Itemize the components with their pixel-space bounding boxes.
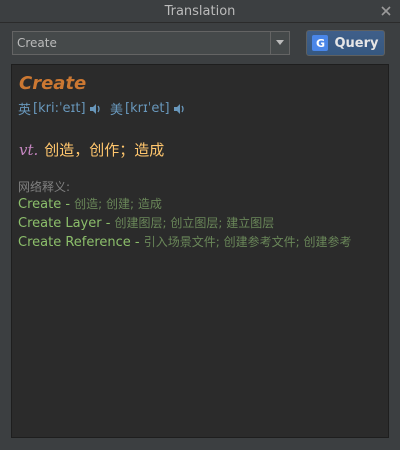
phonetic-region: 美 [110,103,124,118]
result-panel: Create 英 [kri:ˈeɪt] 美 [krɪˈet] vt. 创造，创作；造… [11,64,389,438]
close-icon[interactable] [378,3,394,19]
chevron-down-icon[interactable] [270,32,289,54]
web-item: Create Reference - 引入场景文件; 创建参考文件; 创建参考 [18,235,352,250]
web-item-term: Create Layer [18,216,102,231]
headword: Create [19,73,87,94]
phonetic-ipa: [kri:ˈeɪt] [33,101,86,116]
web-item: Create - 创造; 创建; 造成 [18,197,162,212]
window-title: Translation [164,3,236,19]
query-button[interactable]: G Query [306,30,385,56]
speaker-icon[interactable] [172,102,186,116]
translate-icon: G [312,35,329,51]
phonetic-ipa: [krɪˈet] [125,101,170,116]
speaker-icon[interactable] [88,102,102,116]
web-item-meaning: 创建图层; 创立图层; 建立图层 [114,216,275,230]
part-of-speech: vt. [19,141,39,159]
web-definitions-title: 网络释义: [18,180,71,194]
web-item: Create Layer - 创建图层; 创立图层; 建立图层 [18,216,275,231]
web-item-meaning: 引入场景文件; 创建参考文件; 创建参考 [143,235,352,249]
web-item-term: Create [18,197,62,212]
title-bar: Translation [0,0,400,23]
phonetic-uk: 英 [kri:ˈeɪt] [18,99,102,118]
combobox-value[interactable]: Create [13,36,270,50]
phonetic-region: 英 [18,103,32,118]
basic-definition: vt. 创造，创作；造成 [19,139,164,160]
word-combobox[interactable]: Create [12,31,290,55]
query-button-label: Query [334,35,379,51]
phonetic-us: 美 [krɪˈet] [110,99,186,118]
definition-text: 创造，创作；造成 [44,141,165,159]
web-item-meaning: 创造; 创建; 造成 [74,197,162,211]
web-item-term: Create Reference [18,235,131,250]
toolbar: Create G Query [0,23,400,63]
